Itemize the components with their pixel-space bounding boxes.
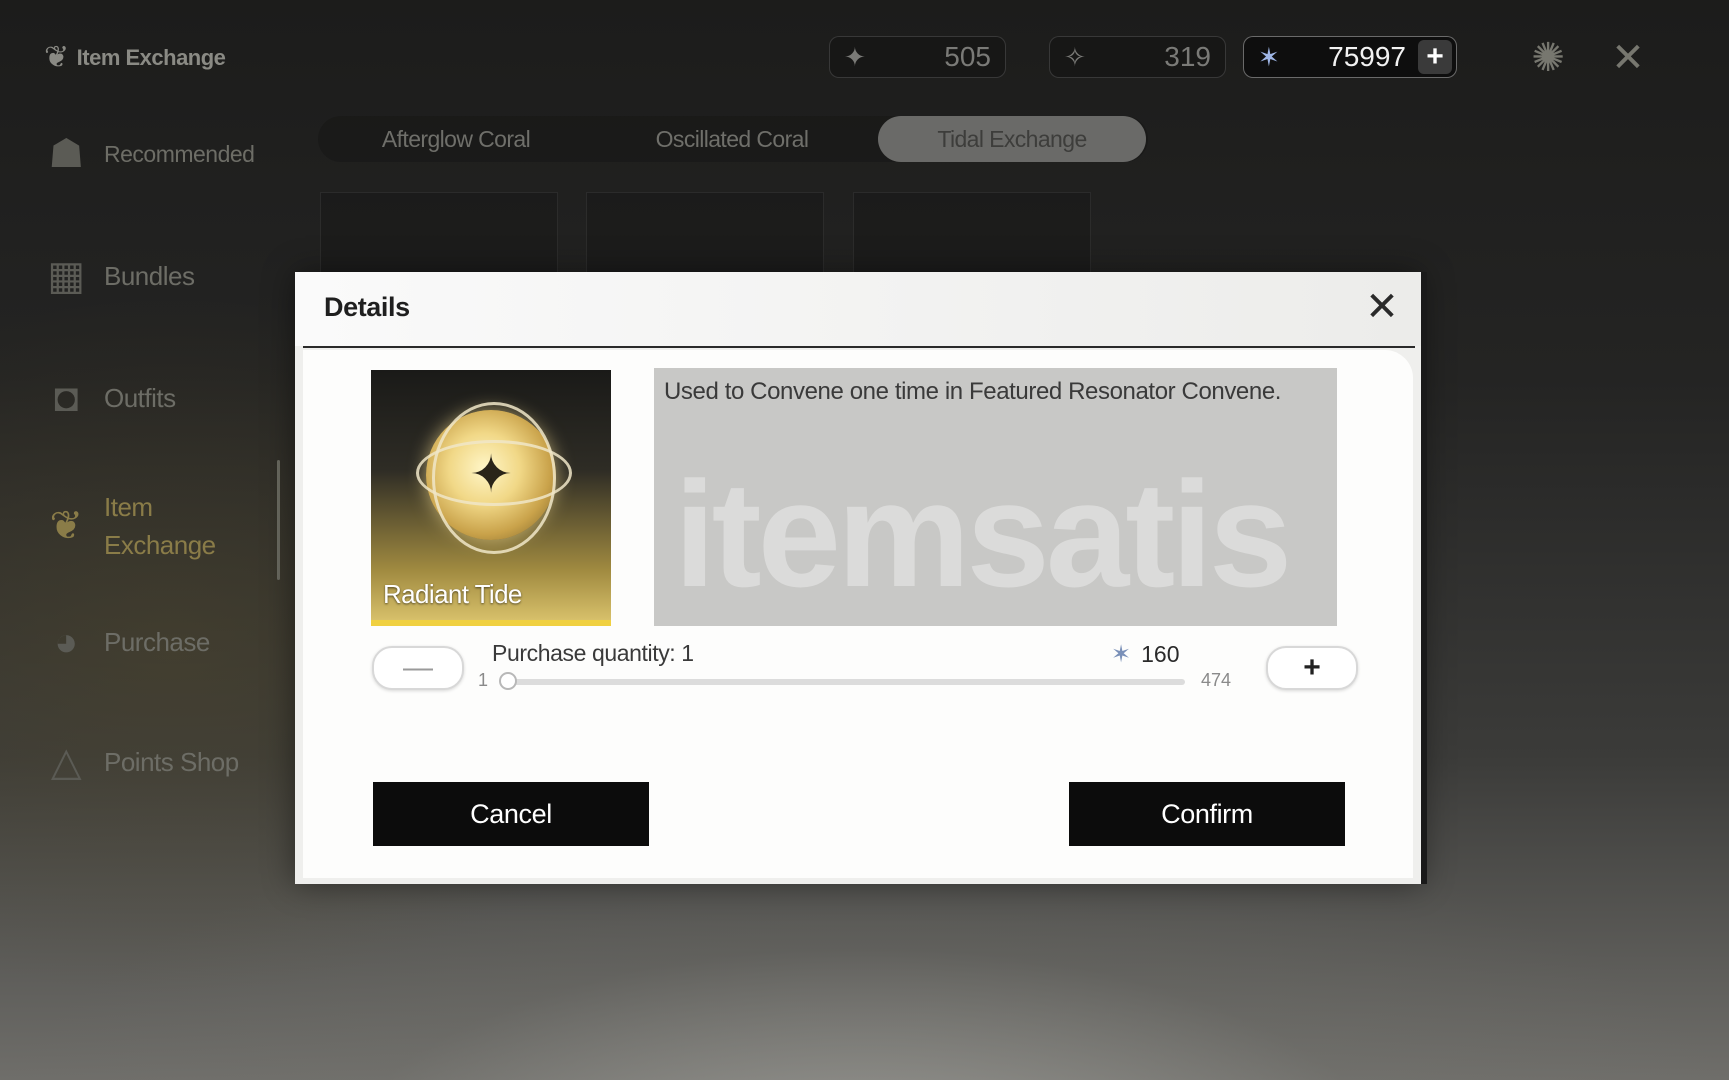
increase-quantity-button[interactable]: + [1266, 646, 1358, 690]
quantity-slider-handle[interactable] [499, 672, 517, 690]
radiant-tide-orb-icon: ✦ [416, 402, 572, 554]
currency-afterglow-coral: ✦ 505 [829, 36, 1006, 78]
purchase-quantity-label: Purchase quantity: 1 [492, 640, 694, 666]
sidebar-item-purchase[interactable]: ◕ Purchase [38, 614, 210, 670]
quantity-selector: — Purchase quantity: 1 ✶ 160 1 474 + [303, 640, 1413, 720]
tab-oscillated-coral[interactable]: Oscillated Coral [594, 116, 870, 162]
tree-icon: ❦ [49, 504, 83, 548]
sidebar-item-recommended[interactable]: ☗ Recommended [38, 126, 255, 182]
close-icon[interactable]: ✕ [1604, 34, 1652, 82]
star-icon: ✦ [469, 446, 513, 504]
shop-item-card[interactable] [586, 192, 824, 284]
sidebar-divider [277, 460, 280, 580]
divider [303, 346, 1415, 348]
astrite-icon: ✶ [1111, 641, 1132, 668]
afterglow-coral-icon: ✦ [844, 41, 866, 72]
close-dialog-icon[interactable]: ✕ [1359, 284, 1405, 330]
dialog-header: Details ✕ [295, 272, 1421, 346]
details-dialog: Details ✕ ✦ Radiant Tide Used to Convene… [295, 272, 1427, 884]
item-thumbnail: ✦ Radiant Tide [371, 370, 611, 626]
slider-min: 1 [478, 670, 489, 690]
sidebar-item-outfits[interactable]: ◘ Outfits [38, 370, 176, 426]
dialog-title: Details [324, 292, 410, 322]
quantity-slider[interactable] [503, 679, 1185, 685]
add-astrite-button[interactable]: + [1418, 40, 1452, 74]
sidebar-item-bundles[interactable]: ▦ Bundles [38, 248, 195, 304]
dialog-accent-bar [1421, 272, 1427, 884]
confirm-button[interactable]: Confirm [1069, 782, 1345, 846]
sidebar-item-item-exchange[interactable]: ❦ Item Exchange [38, 488, 258, 564]
astrite-icon: ✶ [1258, 41, 1280, 72]
item-description: Used to Convene one time in Featured Res… [664, 378, 1282, 405]
shop-item-card[interactable] [853, 192, 1091, 284]
shirt-icon: ◘ [54, 375, 78, 420]
dialog-body: ✦ Radiant Tide Used to Convene one time … [303, 350, 1413, 878]
cancel-button[interactable]: Cancel [373, 782, 649, 846]
price-value: 160 [1141, 641, 1180, 667]
item-description-box: Used to Convene one time in Featured Res… [654, 368, 1337, 626]
settings-icon[interactable]: ✺ [1524, 34, 1572, 82]
tree-icon: ❦ [44, 41, 69, 74]
purchase-icon: ◕ [54, 619, 78, 664]
tab-bar: Afterglow Coral Oscillated Coral Tidal E… [318, 116, 1148, 162]
recommended-icon: ☗ [48, 132, 84, 176]
currency-oscillated-coral: ✧ 319 [1049, 36, 1226, 78]
watermark: itemsatis [674, 450, 1292, 618]
sidebar-item-points-shop[interactable]: △ Points Shop [38, 734, 239, 790]
oscillated-coral-icon: ✧ [1064, 41, 1086, 72]
item-name: Radiant Tide [383, 579, 522, 609]
tab-afterglow-coral[interactable]: Afterglow Coral [318, 116, 594, 162]
shop-item-card[interactable] [320, 192, 558, 284]
page-title: ❦ Item Exchange [44, 41, 226, 74]
currency-astrite: ✶ 75997 + [1243, 36, 1457, 78]
tab-tidal-exchange[interactable]: Tidal Exchange [878, 116, 1146, 162]
gift-icon: ▦ [47, 254, 85, 298]
slider-max: 474 [1201, 670, 1232, 690]
decrease-quantity-button[interactable]: — [372, 646, 464, 690]
triangle-icon: △ [50, 740, 82, 784]
price: ✶ 160 [1111, 640, 1179, 669]
